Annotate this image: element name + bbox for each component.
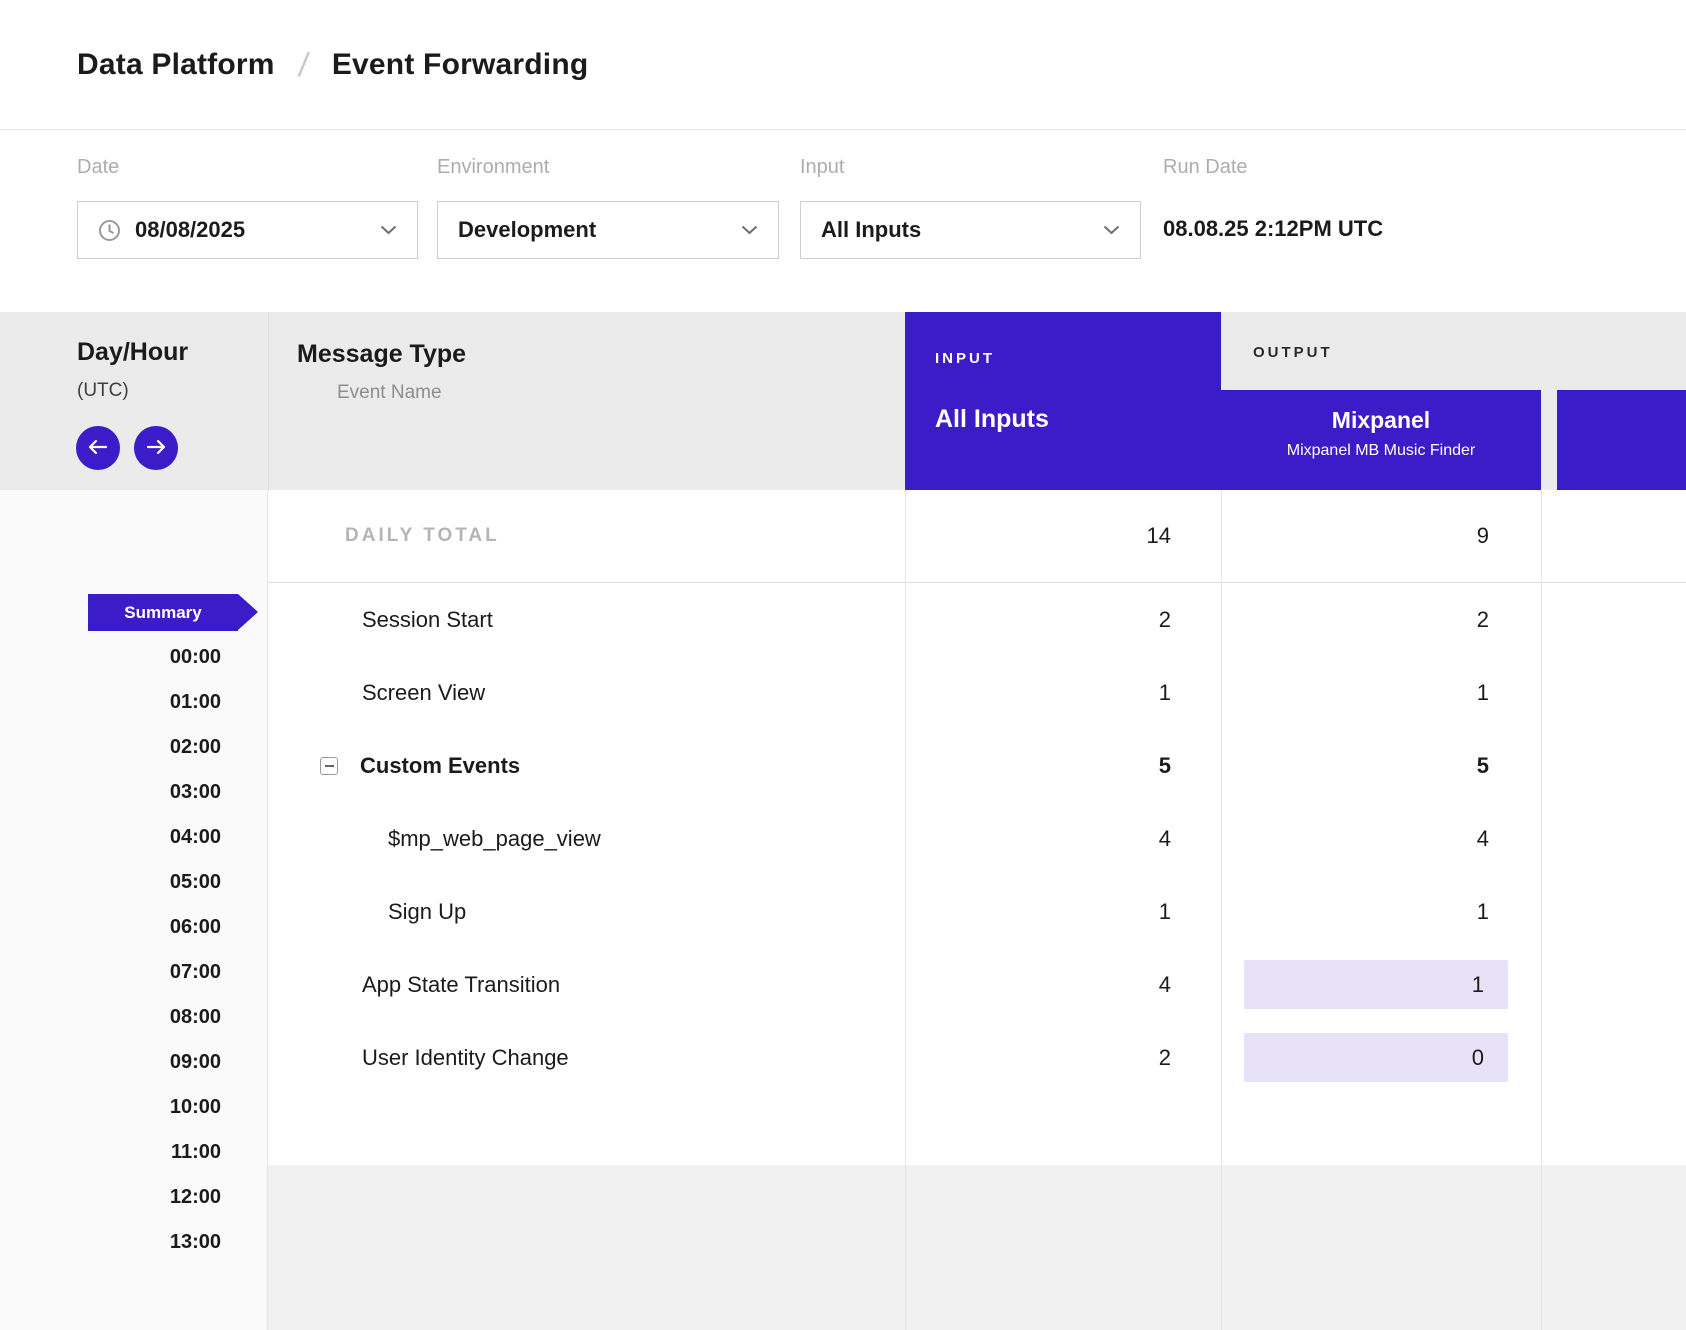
output-count: 1 (1221, 875, 1541, 948)
table-footer-filler (268, 1165, 1686, 1330)
hour-item[interactable]: 04:00 (0, 815, 267, 860)
chevron-down-icon (741, 225, 758, 235)
filter-bar: Date 08/08/2025 Environment Development (0, 131, 1686, 312)
daily-total-output-count: 9 (1221, 490, 1541, 582)
daily-total-label: DAILY TOTAL (345, 525, 500, 547)
day-hour-subtitle: (UTC) (77, 380, 129, 402)
date-filter-dropdown[interactable]: 08/08/2025 (77, 201, 418, 259)
day-hour-title: Day/Hour (77, 338, 188, 367)
table-row: Sign Up 11 (268, 875, 1686, 948)
hour-item[interactable]: 06:00 (0, 905, 267, 950)
input-count: 1 (905, 656, 1221, 729)
hour-item[interactable]: 07:00 (0, 950, 267, 995)
hour-item[interactable]: 05:00 (0, 860, 267, 905)
run-date-value: 08.08.25 2:12PM UTC (1163, 216, 1383, 242)
top-header: Data Platform / Event Forwarding (0, 0, 1686, 130)
collapse-icon[interactable] (320, 757, 338, 775)
table-row: App State Transition 41 (268, 948, 1686, 1021)
breadcrumb-section[interactable]: Data Platform (77, 48, 275, 82)
chevron-down-icon (1103, 225, 1120, 235)
column-divider (905, 490, 906, 1330)
table-row: Screen View 11 (268, 656, 1686, 729)
event-name: Session Start (362, 607, 493, 633)
table-row: User Identity Change 20 (268, 1021, 1686, 1094)
hour-item[interactable]: 03:00 (0, 770, 267, 815)
next-day-button[interactable] (134, 426, 178, 470)
hour-item[interactable]: 08:00 (0, 995, 267, 1040)
output-column-subtitle: Mixpanel MB Music Finder (1221, 442, 1541, 460)
arrow-left-icon (87, 439, 109, 458)
event-name-subtitle: Event Name (337, 382, 442, 404)
input-count: 4 (905, 802, 1221, 875)
breadcrumb-page: Event Forwarding (332, 48, 589, 82)
input-column-header[interactable]: INPUT All Inputs (905, 312, 1221, 490)
date-filter-value: 08/08/2025 (135, 217, 245, 243)
output-count: 4 (1221, 802, 1541, 875)
input-filter-dropdown[interactable]: All Inputs (800, 201, 1141, 259)
hour-item-summary[interactable]: Summary (0, 590, 267, 635)
table-header: Day/Hour (UTC) Message Type Event Name I… (0, 312, 1686, 490)
output-column-label: OUTPUT (1253, 344, 1333, 361)
event-name: App State Transition (362, 972, 560, 998)
table-grid: DAILY TOTAL 14 9 Session Start22Screen V… (268, 490, 1686, 1330)
daily-total-input-count: 14 (905, 490, 1221, 582)
column-divider (1541, 490, 1542, 1330)
input-column-label: INPUT (935, 350, 1191, 367)
input-count: 5 (905, 729, 1221, 802)
output-count: 1 (1221, 656, 1541, 729)
hour-item[interactable]: 01:00 (0, 680, 267, 725)
table-row: $mp_web_page_view 44 (268, 802, 1686, 875)
breadcrumb-separator: / (296, 46, 311, 84)
event-name: Screen View (362, 680, 485, 706)
event-forwarding-page: Data Platform / Event Forwarding Date 08… (0, 0, 1686, 1330)
environment-filter-dropdown[interactable]: Development (437, 201, 779, 259)
environment-filter-label: Environment (437, 156, 549, 179)
event-name: User Identity Change (362, 1045, 569, 1071)
highlighted-output-count[interactable]: 0 (1244, 1033, 1508, 1082)
hour-item[interactable]: 09:00 (0, 1040, 267, 1085)
message-type-title: Message Type (297, 340, 466, 369)
input-column-title: All Inputs (935, 405, 1191, 434)
input-filter-value: All Inputs (821, 217, 921, 243)
date-filter-label: Date (77, 156, 119, 179)
hour-item[interactable]: 02:00 (0, 725, 267, 770)
output-count: 5 (1221, 729, 1541, 802)
daily-total-row: DAILY TOTAL 14 9 (268, 490, 1686, 583)
column-divider (268, 312, 269, 490)
input-count: 2 (905, 583, 1221, 656)
hour-item[interactable]: 13:00 (0, 1220, 267, 1265)
hour-item[interactable]: 10:00 (0, 1085, 267, 1130)
run-date-label: Run Date (1163, 156, 1248, 179)
output-column-title: Mixpanel (1221, 407, 1541, 434)
table-row: Custom Events 55 (268, 729, 1686, 802)
day-navigation (76, 426, 178, 470)
hour-item[interactable]: 00:00 (0, 635, 267, 680)
event-name: Sign Up (388, 899, 466, 925)
prev-day-button[interactable] (76, 426, 120, 470)
highlighted-output-count[interactable]: 1 (1244, 960, 1508, 1009)
environment-filter-value: Development (458, 217, 596, 243)
table-row: Session Start 22 (268, 583, 1686, 656)
summary-flag[interactable]: Summary (88, 594, 238, 631)
output-count: 2 (1221, 583, 1541, 656)
table-body: Summary 00:0001:0002:0003:0004:0005:0006:… (0, 490, 1686, 1330)
arrow-right-icon (145, 439, 167, 458)
column-divider (1221, 490, 1222, 1330)
hour-item[interactable]: 11:00 (0, 1130, 267, 1175)
input-count: 2 (905, 1021, 1221, 1094)
chevron-down-icon (380, 225, 397, 235)
event-rows: Session Start22Screen View11Custom Event… (268, 583, 1686, 1094)
clock-icon (98, 219, 121, 242)
hour-item[interactable]: 12:00 (0, 1175, 267, 1220)
input-filter-label: Input (800, 156, 844, 179)
output-column-header-mixpanel[interactable]: Mixpanel Mixpanel MB Music Finder (1221, 390, 1541, 490)
hours-column: Summary 00:0001:0002:0003:0004:0005:0006:… (0, 490, 268, 1330)
input-count: 4 (905, 948, 1221, 1021)
event-name: $mp_web_page_view (388, 826, 601, 852)
input-count: 1 (905, 875, 1221, 948)
event-name: Custom Events (360, 753, 520, 779)
next-output-column-partial[interactable] (1557, 390, 1686, 490)
